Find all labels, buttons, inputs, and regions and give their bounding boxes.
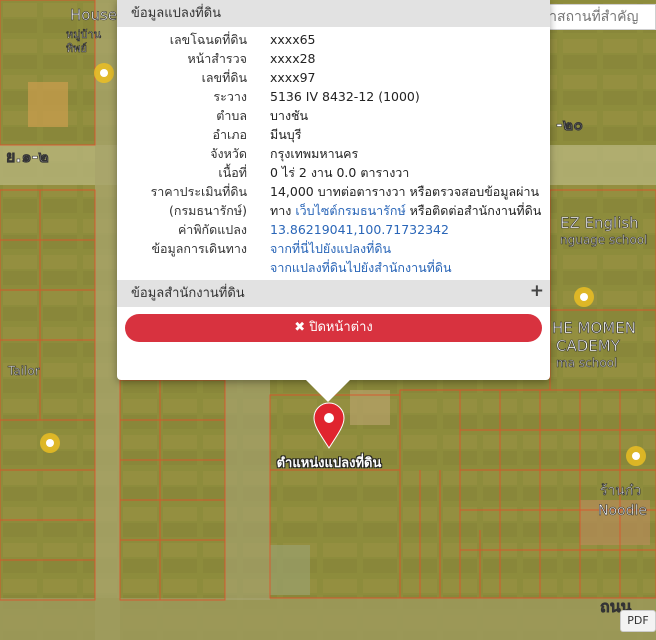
info-row: จังหวัด กรุงเทพมหานคร bbox=[117, 144, 550, 163]
info-value: 14,000 บาทต่อตารางวา หรือตรวจสอบข้อมูลผ่… bbox=[270, 184, 540, 199]
info-label: ค่าพิกัดแปลง bbox=[177, 222, 247, 237]
info-row: ตำบล บางชัน bbox=[117, 106, 550, 125]
close-window-button[interactable]: ✖ ปิดหน้าต่าง bbox=[125, 314, 542, 342]
place-label-thip: ทิพย์ bbox=[66, 42, 87, 55]
place-label-tailor: Tailor bbox=[7, 364, 40, 378]
place-label-ez: EZ English bbox=[560, 214, 639, 232]
place-label-house: House bbox=[70, 6, 117, 24]
directions-to-office-link[interactable]: จากแปลงที่ดินไปยังสำนักงานที่ดิน bbox=[270, 258, 452, 277]
info-value: มีนบุรี bbox=[270, 127, 302, 142]
pin-label: ตำแหน่งแปลงที่ดิน bbox=[276, 456, 382, 471]
pdf-button[interactable]: PDF bbox=[620, 610, 656, 632]
section-header-land-office[interactable]: ข้อมูลสำนักงานที่ดิน + bbox=[117, 280, 550, 307]
info-row: เนื้อที่ 0 ไร่ 2 งาน 0.0 ตารางวา bbox=[117, 163, 550, 182]
info-row: เลขโฉนดที่ดิน xxxx65 bbox=[117, 30, 550, 49]
info-row: ข้อมูลการเดินทาง จากที่นี่ไปยังแปลงที่ดิ… bbox=[117, 239, 550, 258]
info-value: xxxx28 bbox=[270, 51, 316, 66]
info-label: (กรมธนารักษ์) bbox=[169, 203, 247, 218]
info-label: เลขที่ดิน bbox=[201, 70, 247, 85]
info-row: หน้าสำรวจ xxxx28 bbox=[117, 49, 550, 68]
info-row: จากแปลงที่ดินไปยังสำนักงานที่ดิน bbox=[117, 258, 550, 277]
info-value: กรุงเทพมหานคร bbox=[270, 146, 359, 161]
info-label: ตำบล bbox=[216, 108, 247, 123]
info-value: 0 ไร่ 2 งาน 0.0 ตารางวา bbox=[270, 165, 410, 180]
directions-to-parcel-link[interactable]: จากที่นี่ไปยังแปลงที่ดิน bbox=[270, 239, 391, 258]
land-info-popup: ข้อมูลแปลงที่ดิน เลขโฉนดที่ดิน xxxx65 หน… bbox=[117, 0, 550, 380]
value-suffix: หรือติดต่อสำนักงานที่ดิน bbox=[405, 203, 542, 218]
info-label: หน้าสำรวจ bbox=[187, 51, 247, 66]
popup-pointer bbox=[306, 380, 350, 402]
section-header-label: ข้อมูลสำนักงานที่ดิน bbox=[131, 286, 245, 301]
place-label-moment: HE MOMEN bbox=[552, 319, 636, 337]
place-label-shop: ร้านก๋ว bbox=[600, 483, 641, 499]
info-row: ระวาง 5136 IV 8432-12 (1000) bbox=[117, 87, 550, 106]
info-row: อำเภอ มีนบุรี bbox=[117, 125, 550, 144]
info-label: ระวาง bbox=[213, 89, 247, 104]
place-label-academy: CADEMY bbox=[556, 337, 621, 355]
place-label-village: หมู่บ้าน bbox=[66, 28, 102, 41]
road-label-1: ย.๑-๒ bbox=[6, 147, 49, 166]
info-value: บางชัน bbox=[270, 108, 309, 123]
road-bottom bbox=[0, 598, 656, 640]
info-label: ข้อมูลการเดินทาง bbox=[151, 241, 247, 256]
road-label-2: -๒๐ bbox=[556, 115, 583, 134]
info-label: เลขโฉนดที่ดิน bbox=[169, 32, 247, 47]
info-value: xxxx65 bbox=[270, 32, 316, 47]
info-value: ทาง เว็บไซต์กรมธนารักษ์ หรือติดต่อสำนักง… bbox=[270, 201, 541, 220]
info-row: ราคาประเมินที่ดิน 14,000 บาทต่อตารางวา ห… bbox=[117, 182, 550, 201]
info-label: อำเภอ bbox=[212, 127, 247, 142]
info-row: ค่าพิกัดแปลง 13.86219041,100.71732342 bbox=[117, 220, 550, 239]
info-row: (กรมธนารักษ์) ทาง เว็บไซต์กรมธนารักษ์ หร… bbox=[117, 201, 550, 220]
info-row: เลขที่ดิน xxxx97 bbox=[117, 68, 550, 87]
place-label-school: ma school bbox=[556, 356, 617, 370]
plus-icon[interactable]: + bbox=[530, 283, 544, 300]
info-label: จังหวัด bbox=[210, 146, 247, 161]
section-header-land-info[interactable]: ข้อมูลแปลงที่ดิน bbox=[117, 0, 550, 27]
place-label-language: nguage school bbox=[560, 233, 647, 247]
info-value: 5136 IV 8432-12 (1000) bbox=[270, 89, 420, 104]
info-value: xxxx97 bbox=[270, 70, 316, 85]
place-label-noodle: Noodle bbox=[598, 503, 647, 519]
treasury-website-link[interactable]: เว็บไซต์กรมธนารักษ์ bbox=[295, 203, 405, 218]
coordinates-link[interactable]: 13.86219041,100.71732342 bbox=[270, 220, 449, 239]
value-prefix: ทาง bbox=[270, 203, 296, 218]
info-label: ราคาประเมินที่ดิน bbox=[150, 184, 247, 199]
info-label: เนื้อที่ bbox=[218, 165, 247, 180]
